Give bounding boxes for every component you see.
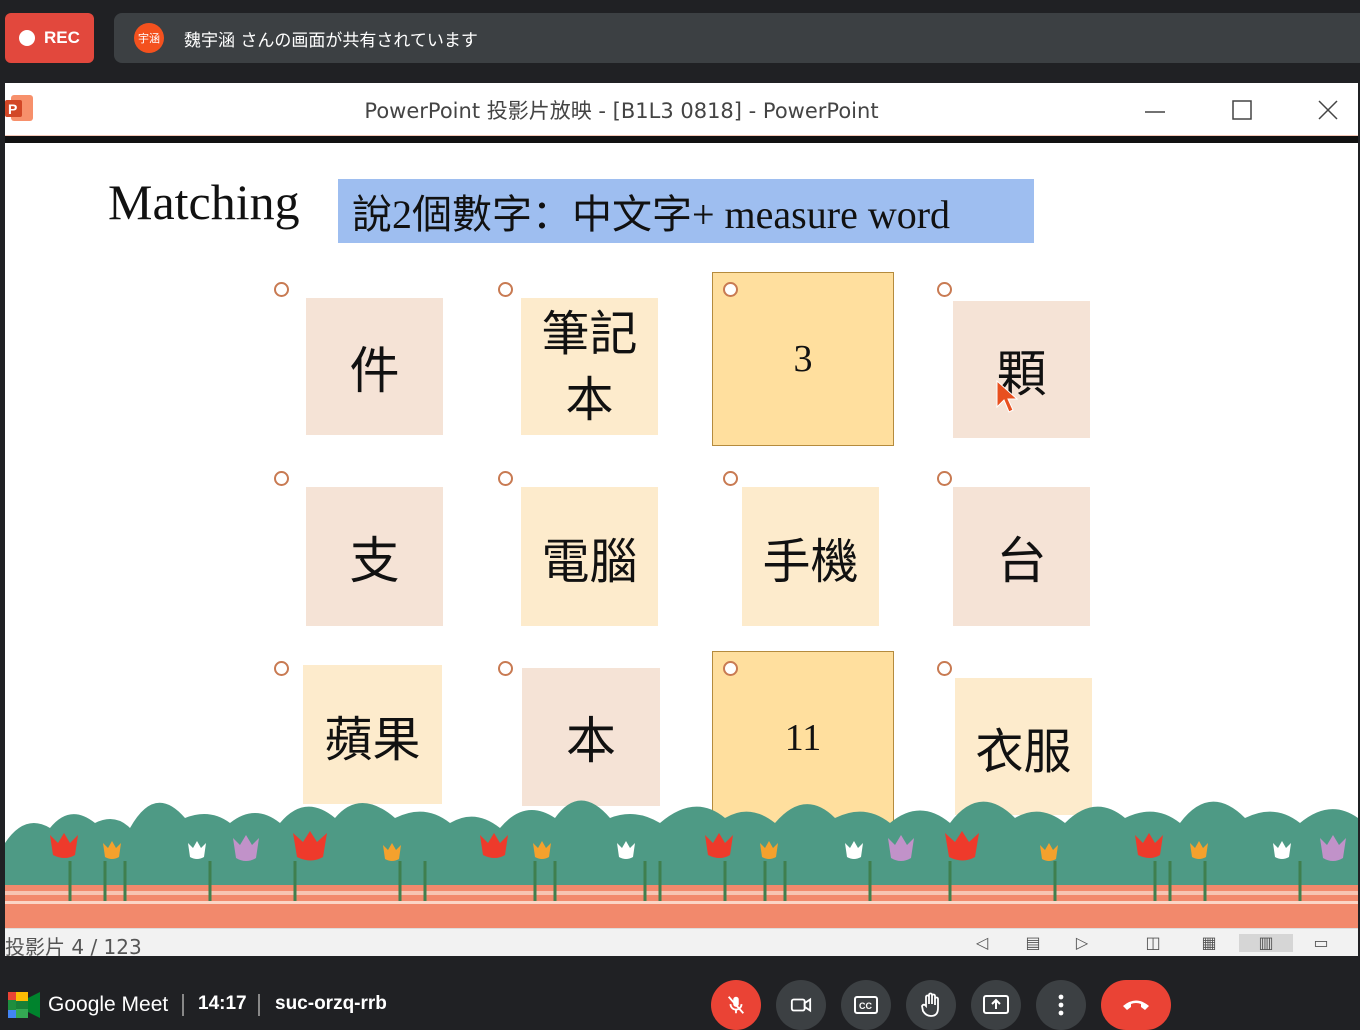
minimize-icon bbox=[1145, 111, 1165, 113]
radio-option[interactable] bbox=[723, 282, 738, 297]
slide-top-border bbox=[5, 136, 1358, 143]
number-card[interactable]: 3 bbox=[712, 272, 894, 446]
reading-view-icon[interactable]: ▥ bbox=[1239, 934, 1293, 952]
radio-option[interactable] bbox=[723, 471, 738, 486]
presenter-avatar: 宇涵 bbox=[134, 23, 164, 53]
radio-option[interactable] bbox=[937, 282, 952, 297]
hang-up-icon bbox=[1123, 1000, 1149, 1010]
status-bar: 投影片 4 / 123 ◁ ▤ ▷ ◫ ▦ ▥ ▭ bbox=[5, 928, 1358, 959]
recording-label: REC bbox=[44, 28, 80, 47]
more-vert-icon bbox=[1058, 994, 1064, 1016]
recording-indicator[interactable]: REC bbox=[5, 13, 94, 63]
radio-option[interactable] bbox=[498, 282, 513, 297]
notes-icon[interactable]: ▤ bbox=[1022, 934, 1044, 952]
present-screen-button[interactable] bbox=[971, 980, 1021, 1030]
word-card[interactable]: 電腦 bbox=[521, 487, 658, 626]
svg-text:CC: CC bbox=[859, 1001, 872, 1011]
share-status-text: 魏宇涵 さんの画面が共有されています bbox=[184, 30, 478, 51]
meet-control-bar: Google Meet 14:17 suc-orzq-rrb CC bbox=[0, 962, 1360, 1030]
word-card[interactable]: 件 bbox=[306, 298, 443, 435]
more-options-button[interactable] bbox=[1036, 980, 1086, 1030]
slide-canvas[interactable]: Matching 說2個數字：中文字+ measure word 件 筆記本 3… bbox=[5, 143, 1358, 928]
meeting-time: 14:17 bbox=[198, 993, 247, 1014]
slide-indicator: 投影片 4 / 123 bbox=[5, 935, 142, 959]
slide-show-icon[interactable]: ▭ bbox=[1310, 934, 1332, 952]
maximize-icon bbox=[1232, 100, 1252, 120]
microphone-button[interactable] bbox=[711, 980, 761, 1030]
normal-view-icon[interactable]: ◫ bbox=[1142, 934, 1164, 952]
meet-top-bar: REC 宇涵 魏宇涵 さんの画面が共有されています bbox=[0, 0, 1360, 72]
slide-title: Matching bbox=[108, 174, 300, 230]
screen-share-banner: 宇涵 魏宇涵 さんの画面が共有されています bbox=[114, 13, 1360, 63]
slide-sorter-icon[interactable]: ▦ bbox=[1198, 934, 1220, 952]
previous-slide-icon[interactable]: ◁ bbox=[971, 934, 993, 952]
raise-hand-button[interactable] bbox=[906, 980, 956, 1030]
minimize-button[interactable] bbox=[1140, 95, 1170, 125]
window-titlebar: P PowerPoint 投影片放映 - [B1L3 0818] - Power… bbox=[5, 83, 1358, 137]
camera-button[interactable] bbox=[776, 980, 826, 1030]
word-card[interactable]: 顆 bbox=[953, 301, 1090, 438]
radio-option[interactable] bbox=[498, 471, 513, 486]
maximize-button[interactable] bbox=[1227, 95, 1257, 125]
mic-off-icon bbox=[727, 996, 745, 1014]
close-icon bbox=[1318, 100, 1338, 120]
divider bbox=[182, 994, 184, 1016]
cursor-icon bbox=[996, 379, 1019, 413]
radio-option[interactable] bbox=[274, 282, 289, 297]
meet-brand: Google Meet bbox=[48, 993, 169, 1016]
camera-icon bbox=[790, 997, 812, 1013]
closed-captions-icon: CC bbox=[854, 996, 878, 1014]
meeting-code[interactable]: suc-orzq-rrb bbox=[275, 993, 387, 1015]
next-slide-icon[interactable]: ▷ bbox=[1071, 934, 1093, 952]
divider bbox=[258, 994, 260, 1016]
radio-option[interactable] bbox=[498, 661, 513, 676]
word-card[interactable]: 手機 bbox=[742, 487, 879, 626]
record-dot-icon bbox=[19, 30, 35, 46]
garden-border-illustration bbox=[5, 800, 1358, 928]
word-card[interactable]: 台 bbox=[953, 487, 1090, 626]
powerpoint-window: P PowerPoint 投影片放映 - [B1L3 0818] - Power… bbox=[5, 83, 1358, 959]
leave-call-button[interactable] bbox=[1101, 980, 1171, 1030]
radio-option[interactable] bbox=[274, 471, 289, 486]
raise-hand-icon bbox=[921, 992, 939, 1017]
close-button[interactable] bbox=[1313, 95, 1343, 125]
radio-option[interactable] bbox=[937, 471, 952, 486]
radio-option[interactable] bbox=[723, 661, 738, 676]
word-card[interactable]: 支 bbox=[306, 487, 443, 626]
google-meet-logo-icon bbox=[8, 992, 40, 1018]
captions-button[interactable]: CC bbox=[841, 980, 891, 1030]
radio-option[interactable] bbox=[274, 661, 289, 676]
radio-option[interactable] bbox=[937, 661, 952, 676]
slide-instruction: 說2個數字：中文字+ measure word bbox=[338, 179, 1034, 243]
present-screen-icon bbox=[983, 995, 1009, 1014]
word-card[interactable]: 筆記本 bbox=[521, 298, 658, 435]
